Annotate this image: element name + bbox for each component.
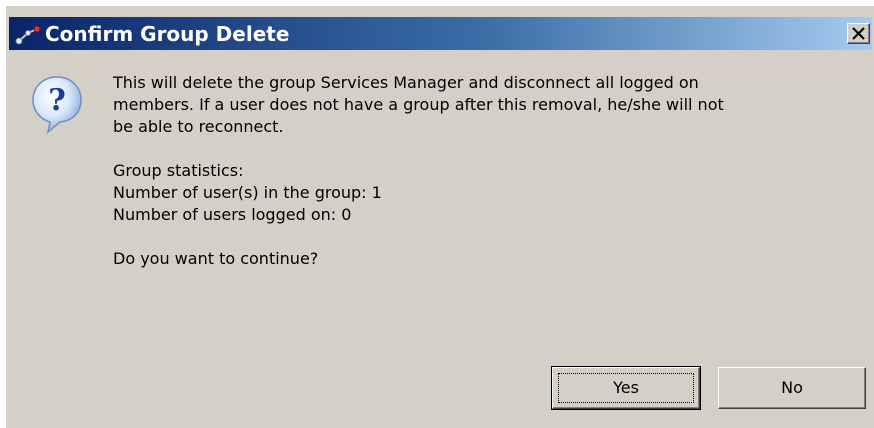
- continue-question: Do you want to continue?: [113, 249, 319, 268]
- users-in-group-stat: Number of user(s) in the group: 1: [113, 183, 382, 202]
- svg-text:?: ?: [48, 83, 66, 118]
- message-line: members. If a user does not have a group…: [113, 95, 724, 114]
- no-button-label: No: [781, 378, 803, 397]
- question-balloon-icon: ?: [32, 76, 82, 134]
- title-bar[interactable]: Confirm Group Delete: [9, 17, 872, 50]
- network-group-icon: [15, 25, 41, 45]
- yes-button[interactable]: Yes: [551, 366, 701, 410]
- close-button[interactable]: [847, 23, 870, 44]
- confirm-group-delete-dialog: Confirm Group Delete ? This will delete …: [5, 5, 874, 428]
- message-line: be able to reconnect.: [113, 117, 284, 136]
- stats-heading: Group statistics:: [113, 161, 244, 180]
- message-line: This will delete the group Services Mana…: [113, 73, 699, 92]
- message-text: This will delete the group Services Mana…: [113, 72, 863, 270]
- users-logged-on-stat: Number of users logged on: 0: [113, 205, 352, 224]
- no-button[interactable]: No: [718, 367, 866, 409]
- close-icon: [852, 27, 865, 40]
- window-title: Confirm Group Delete: [45, 22, 290, 46]
- yes-button-label: Yes: [613, 378, 639, 397]
